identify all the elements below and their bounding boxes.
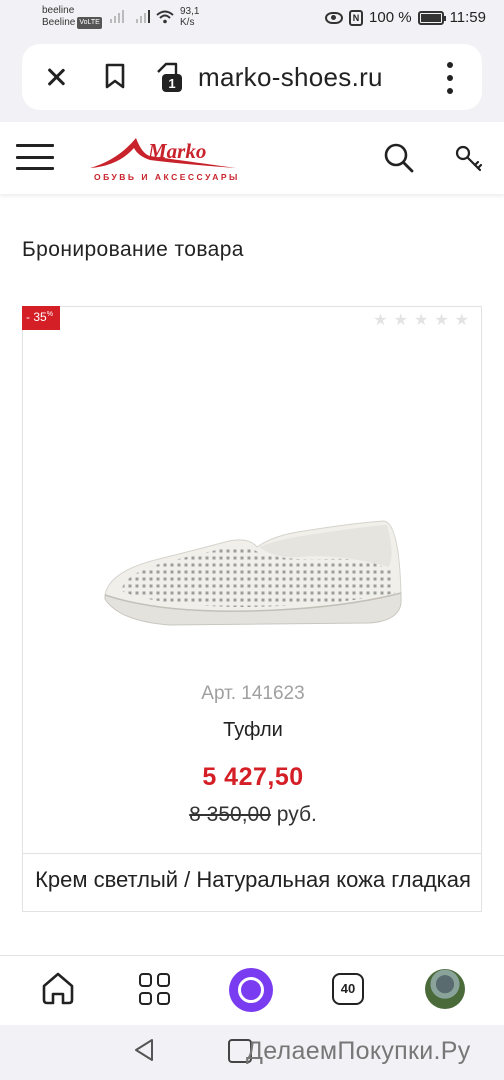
search-icon[interactable]	[383, 142, 415, 174]
watermark: ДелаемПокупки.Ру	[246, 1037, 471, 1065]
system-nav-bar: ДелаемПокупки.Ру	[0, 1025, 504, 1080]
carrier-info: beeline Beeline VoLTE	[42, 5, 102, 29]
battery-icon	[417, 10, 446, 25]
avatar[interactable]	[425, 969, 465, 1009]
speed-value: 93,1	[180, 6, 200, 17]
nfc-icon: N	[349, 9, 364, 26]
more-menu-icon[interactable]	[446, 62, 454, 94]
color-material: Крем светлый / Натуральная кожа гладкая	[35, 867, 471, 892]
address-bar[interactable]: 1 marko-shoes.ru	[22, 44, 482, 110]
logo-text: Marko	[147, 139, 206, 163]
battery-percent: 100 %	[369, 9, 412, 26]
discount-value: - 35	[26, 310, 47, 324]
product-name[interactable]: Туфли	[23, 719, 483, 742]
star-icon[interactable]: ★	[414, 313, 428, 329]
rating-stars[interactable]: ★ ★ ★ ★ ★	[373, 313, 469, 329]
page-title: Бронирование товара	[22, 238, 244, 261]
url-text[interactable]: marko-shoes.ru	[198, 62, 383, 93]
article-number: Арт. 141623	[201, 683, 305, 704]
product-image[interactable]	[99, 513, 409, 653]
carrier-2: Beeline	[42, 17, 76, 28]
old-price-value: 8 350,00	[189, 803, 271, 826]
signal-icon	[110, 10, 124, 23]
discount-badge: - 35%	[22, 306, 60, 330]
eye-icon	[325, 11, 344, 24]
site-security-icon[interactable]: 1	[154, 60, 184, 94]
clock: 11:59	[449, 9, 486, 26]
product-card[interactable]: - 35% ★ ★ ★ ★ ★ Арт. 141623 Туфли 5 427,…	[22, 306, 482, 912]
back-icon[interactable]	[132, 1037, 156, 1063]
speed-unit: K/s	[180, 17, 195, 28]
network-speed: 93,1 K/s	[180, 6, 199, 28]
volte-badge: VoLTE	[77, 17, 102, 29]
key-icon[interactable]	[455, 144, 483, 172]
tabs-button[interactable]: 40	[332, 973, 364, 1005]
tab-count-badge: 1	[168, 76, 175, 91]
signal-icon-2	[136, 10, 150, 23]
currency-label: руб.	[276, 803, 317, 826]
site-header: Marko ОБУВЬ И АКСЕССУАРЫ	[0, 122, 504, 194]
star-icon[interactable]: ★	[434, 313, 448, 329]
carrier-1: beeline	[42, 5, 75, 16]
logo-tagline: ОБУВЬ И АКСЕССУАРЫ	[94, 172, 240, 182]
star-icon[interactable]: ★	[394, 313, 408, 329]
browser-top-bar: 1 marko-shoes.ru	[0, 38, 504, 122]
divider	[23, 853, 481, 854]
home-icon[interactable]	[40, 970, 76, 1006]
wifi-icon	[156, 10, 174, 27]
discount-unit: %	[46, 311, 53, 318]
old-price: 8 350,00 руб.	[23, 803, 483, 827]
services-grid-icon[interactable]	[139, 973, 171, 1005]
status-bar: beeline Beeline VoLTE 93,1 K/s N 100 % 11…	[0, 0, 504, 38]
product-price: 5 427,50	[202, 763, 304, 791]
star-icon[interactable]: ★	[373, 313, 387, 329]
close-icon[interactable]	[40, 61, 72, 93]
menu-icon[interactable]	[16, 144, 54, 170]
voice-assistant-icon[interactable]	[229, 968, 273, 1012]
star-icon[interactable]: ★	[455, 313, 469, 329]
bookmark-icon[interactable]	[104, 62, 126, 90]
browser-bottom-toolbar: 40	[0, 955, 504, 1025]
